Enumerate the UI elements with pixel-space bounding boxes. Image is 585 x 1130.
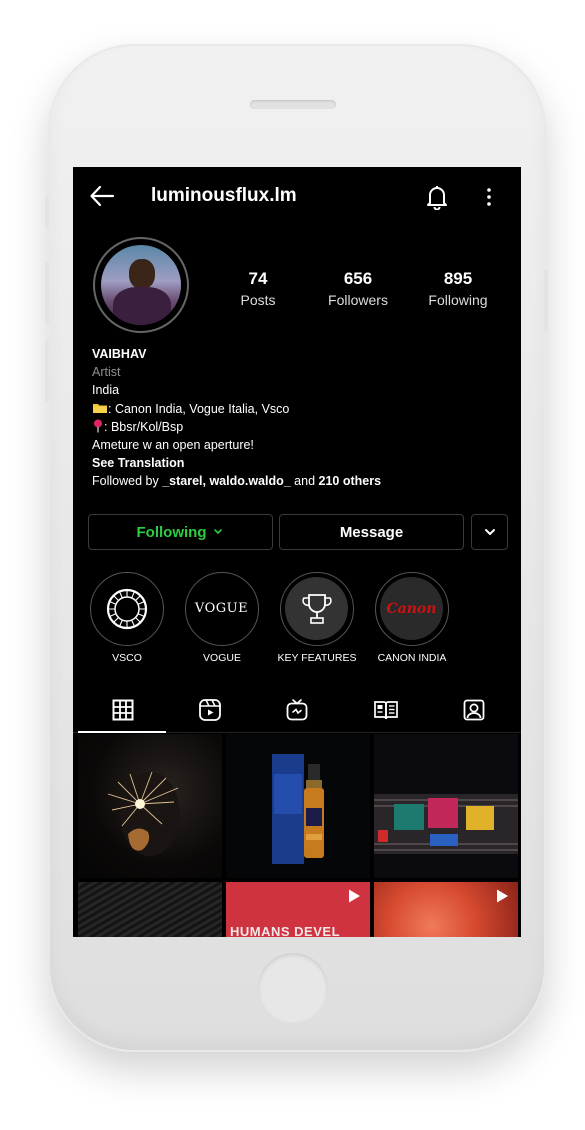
see-translation-link[interactable]: See Translation <box>92 454 512 472</box>
followers-label: Followers <box>328 292 388 308</box>
guides-icon <box>374 701 398 720</box>
back-arrow-icon[interactable] <box>89 183 115 209</box>
grid-post[interactable] <box>78 882 222 937</box>
followed-by-prefix: Followed by <box>92 474 163 489</box>
highlight-key-features[interactable]: KEY FEATURES <box>277 572 357 664</box>
video-play-icon <box>497 889 508 903</box>
grid-post[interactable]: HUMANS DEVEL <box>226 882 370 937</box>
profile-tabs <box>73 687 521 733</box>
folder-icon <box>93 403 107 413</box>
posts-grid: HUMANS DEVEL <box>78 734 518 937</box>
location-pin-icon <box>94 419 102 433</box>
home-button[interactable] <box>258 953 328 1023</box>
posts-label: Posts <box>240 292 276 308</box>
highlight-ring <box>90 572 164 646</box>
vogue-logo-text: VOGUE <box>194 601 249 616</box>
highlight-label: CANON INDIA <box>377 652 447 664</box>
highlight-ring: VOGUE <box>185 572 259 646</box>
following-count: 895 <box>443 269 473 288</box>
dark-texture-photo <box>78 882 222 937</box>
notification-bell-icon[interactable] <box>425 184 449 210</box>
grid-post[interactable] <box>226 734 370 878</box>
chevron-down-icon <box>484 529 495 535</box>
profile-category: Artist <box>92 365 121 380</box>
posts-stat[interactable]: 74 Posts <box>218 269 298 308</box>
followers-stat[interactable]: 656 Followers <box>318 269 398 308</box>
profile-name: VAIBHAV <box>92 347 147 361</box>
earpiece-speaker <box>250 100 336 109</box>
grid-icon <box>112 699 134 721</box>
active-tab-indicator <box>78 731 166 733</box>
bio-line-tagline: Ameture w an open aperture! <box>92 438 254 453</box>
profile-avatar-ring[interactable] <box>93 237 189 333</box>
vsco-logo-icon <box>95 577 158 640</box>
shelf-products-photo <box>374 794 518 854</box>
tab-reels[interactable] <box>165 695 255 725</box>
tagged-icon <box>463 699 485 721</box>
message-button-label: Message <box>339 523 404 541</box>
tab-guides[interactable] <box>341 695 431 725</box>
profile-bio: VAIBHAV Artist India : Canon India, Vogu… <box>92 345 512 491</box>
canon-logo-text: Canon <box>386 600 437 617</box>
highlight-canon-india[interactable]: Canon CANON INDIA <box>372 572 452 664</box>
following-stat[interactable]: 895 Following <box>418 269 498 308</box>
tab-grid[interactable] <box>78 695 168 725</box>
bio-line-location: India <box>92 383 120 398</box>
posts-count: 74 <box>248 269 268 288</box>
top-bar: luminousflux.lm <box>73 167 521 223</box>
highlight-ring <box>280 572 354 646</box>
grid-post[interactable] <box>78 734 222 878</box>
bio-features-text: : Canon India, Vogue Italia, Vsco <box>108 401 290 416</box>
followers-count: 656 <box>343 269 373 288</box>
igtv-icon <box>286 699 308 721</box>
highlight-label: KEY FEATURES <box>277 652 357 664</box>
highlight-label: VOGUE <box>203 652 241 664</box>
following-label: Following <box>428 292 488 308</box>
tab-tagged[interactable] <box>429 695 519 725</box>
vogue-logo-icon: VOGUE <box>190 577 253 640</box>
bio-line-cities: : Bbsr/Kol/Bsp <box>92 418 512 436</box>
highlight-vsco[interactable]: VSCO <box>87 572 167 664</box>
highlight-label: VSCO <box>112 652 142 664</box>
avatar-body <box>113 287 171 325</box>
red-video-thumbnail: HUMANS DEVEL <box>230 924 341 937</box>
video-play-icon <box>349 889 360 903</box>
bio-line-features: : Canon India, Vogue Italia, Vsco <box>92 400 512 418</box>
highlight-vogue[interactable]: VOGUE VOGUE <box>182 572 262 664</box>
canon-logo-icon: Canon <box>380 577 443 640</box>
tab-igtv[interactable] <box>252 695 342 725</box>
avatar <box>101 245 181 325</box>
followed-by-line[interactable]: Followed by _starel, waldo.waldo_ and 21… <box>92 472 512 490</box>
trophy-icon <box>285 577 348 640</box>
whisky-bottle-photo <box>272 754 324 864</box>
instagram-profile-screen: luminousflux.lm 74 Posts 656 Followers 8… <box>73 167 521 937</box>
grid-post[interactable] <box>374 734 518 878</box>
volume-up-button <box>45 262 49 324</box>
following-button[interactable]: Following <box>88 514 273 550</box>
mute-switch <box>45 196 49 228</box>
bio-cities-text: : Bbsr/Kol/Bsp <box>104 419 184 434</box>
chevron-down-icon <box>214 529 223 535</box>
power-button <box>544 270 548 332</box>
volume-down-button <box>45 340 49 402</box>
followed-by-users[interactable]: _starel, waldo.waldo_ <box>162 474 291 488</box>
profile-username: luminousflux.lm <box>151 185 297 206</box>
followed-by-middle: and <box>290 474 319 489</box>
more-options-icon[interactable] <box>477 184 501 210</box>
sparkler-photo <box>107 771 180 856</box>
message-button[interactable]: Message <box>279 514 464 550</box>
grid-post[interactable] <box>374 882 518 937</box>
reels-icon <box>199 699 221 721</box>
following-button-label: Following <box>136 523 207 541</box>
avatar-head <box>129 259 155 289</box>
suggested-accounts-button[interactable] <box>471 514 508 550</box>
followed-by-others[interactable]: 210 others <box>319 474 382 488</box>
highlight-ring: Canon <box>375 572 449 646</box>
